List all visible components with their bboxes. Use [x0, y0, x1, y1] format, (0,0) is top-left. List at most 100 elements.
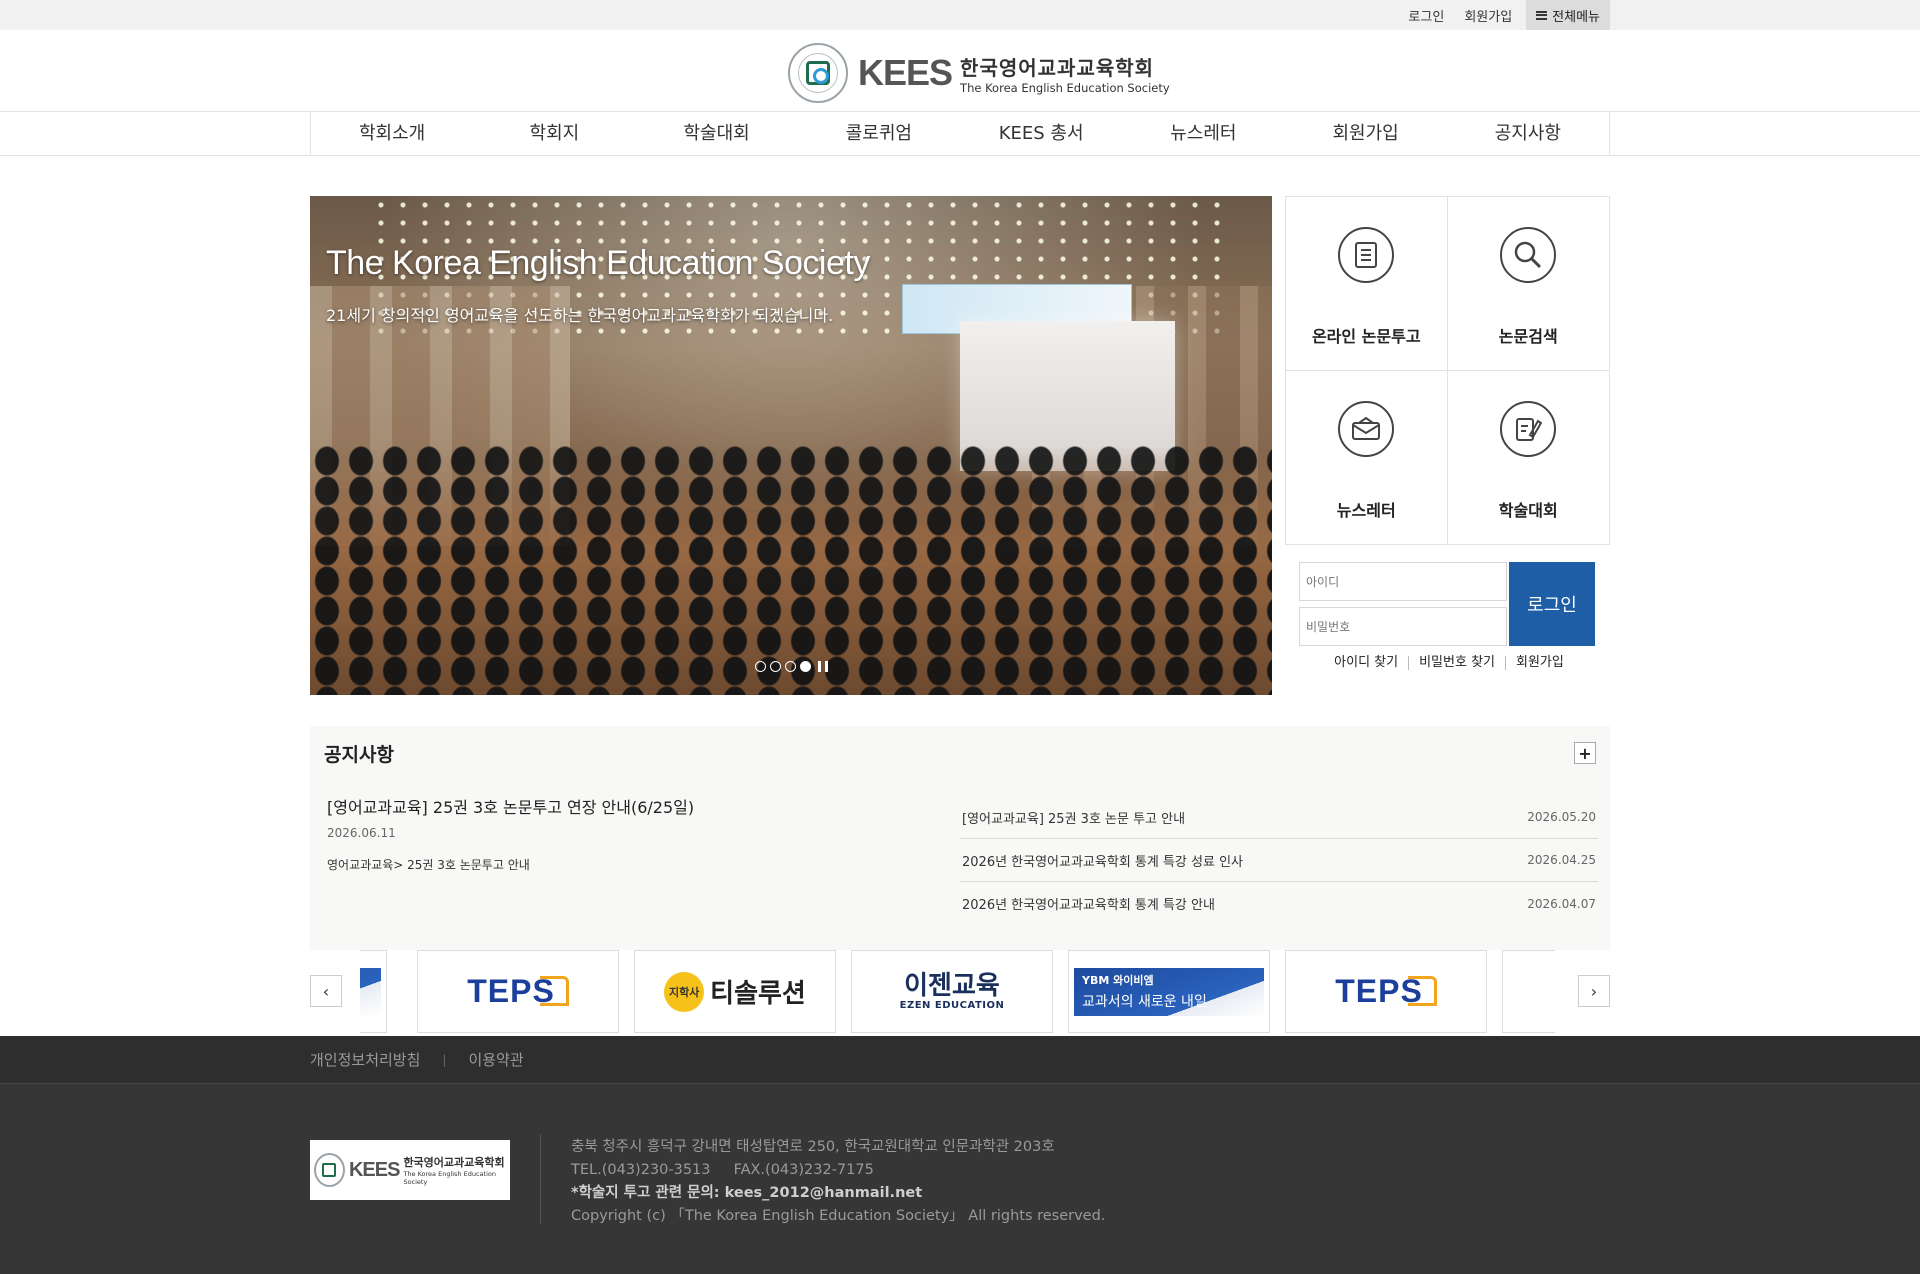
footer-links-bar: 개인정보처리방침 | 이용약관 [0, 1036, 1920, 1083]
login-link[interactable]: 로그인 [1398, 6, 1454, 25]
notice-title: 2026년 한국영어교과교육학회 통계 특강 성료 인사 [962, 854, 1243, 870]
notice-date: 2026.04.25 [1527, 853, 1596, 867]
partner-card-tsolution-partial[interactable] [1502, 950, 1555, 1033]
find-id-link[interactable]: 아이디 찾기 [1324, 656, 1410, 670]
notice-title: 2026년 한국영어교과교육학회 통계 특강 안내 [962, 898, 1215, 913]
quick-link-label: 논문검색 [1498, 327, 1558, 346]
hero-slider: The Korea English Education Society 21세기… [310, 196, 1272, 695]
footer-inquiry: *학술지 투고 관련 문의: kees_2012@hanmail.net [571, 1185, 923, 1201]
footer-logo-name-en: The Korea English Education Society [403, 1170, 496, 1186]
partner-carousel: ‹ TEPS 지학사 티솔루션 이젠교육 EZEN EDUCATION YBM … [310, 950, 1610, 1035]
footer-contact: TEL.(043)230-3513 FAX.(043)232-7175 [571, 1159, 1105, 1182]
pause-icon[interactable] [818, 661, 828, 672]
notice-heading: 공지사항 [324, 744, 394, 766]
footer-fax: FAX.(043)232-7175 [733, 1162, 874, 1178]
logo-brand: KEES [858, 52, 953, 93]
clipboard-pen-icon [1500, 400, 1557, 457]
notice-list-item[interactable]: 2026년 한국영어교과교육학회 통계 특강 안내 2026.04.07 [960, 882, 1598, 925]
footer-info: 충북 청주시 흥덕구 강내면 태성탑연로 250, 한국교원대학교 인문과학관 … [571, 1136, 1105, 1228]
all-menu-button[interactable]: 전체메뉴 [1526, 0, 1610, 30]
ybm-brand: YBM 와이비엠 [1082, 973, 1154, 987]
quick-link-label: 학술대회 [1498, 500, 1558, 520]
slider-pagination [755, 661, 828, 672]
featured-notice-title[interactable]: [영어교과교육] 25권 3호 논문투고 연장 안내(6/25일) [327, 794, 694, 818]
quick-link-search[interactable]: 논문검색 [1447, 197, 1609, 371]
quick-link-label: 온라인 논문투고 [1311, 327, 1421, 346]
footer-logo: KEES 한국영어교과교육학회 The Korea English Educat… [310, 1140, 510, 1200]
hero-subtitle: 21세기 창의적인 영어교육을 선도하는 한국영어교과교육학회가 되겠습니다. [326, 306, 834, 325]
partner-card-ybm-partial[interactable] [360, 950, 387, 1033]
quick-link-submission[interactable]: 온라인 논문투고 [1286, 197, 1448, 371]
envelope-icon [1338, 400, 1395, 457]
notice-list-item[interactable]: 2026년 한국영어교과교육학회 통계 특강 성료 인사 2026.04.25 [960, 839, 1598, 882]
terms-link[interactable]: 이용약관 [468, 1049, 523, 1070]
password-input[interactable] [1299, 607, 1507, 646]
footer-logo-name-ko: 한국영어교과교육학회 [403, 1156, 505, 1169]
hero-title: The Korea English Education Society [326, 244, 870, 282]
chevron-left-icon: ‹ [322, 981, 330, 1001]
quick-link-newsletter[interactable]: 뉴스레터 [1286, 370, 1448, 544]
nav-item-notice[interactable]: 공지사항 [1447, 112, 1609, 155]
all-menu-label: 전체메뉴 [1552, 9, 1600, 25]
notice-more-button[interactable]: + [1574, 742, 1596, 764]
footer-copyright: Copyright (c) 「The Korea English Educati… [571, 1208, 1106, 1224]
nav-item-kees-series[interactable]: KEES 총서 [960, 112, 1122, 155]
notice-list-item[interactable]: [영어교과교육] 25권 3호 논문 투고 안내 2026.05.20 [960, 796, 1598, 839]
nav-item-colloquium[interactable]: 콜로퀴엄 [798, 112, 960, 155]
tsolution-badge: 지학사 [664, 971, 705, 1012]
partner-card-tsolution[interactable]: 지학사 티솔루션 [634, 950, 836, 1033]
user-id-input[interactable] [1299, 562, 1507, 601]
ybm-logo [360, 967, 381, 1016]
footer-tel: TEL.(043)230-3513 [571, 1162, 711, 1178]
teps-logo: TEPS [1335, 973, 1437, 1010]
join-link[interactable]: 회원가입 [1454, 6, 1522, 25]
footer-logo-brand: KEES [348, 1158, 400, 1181]
login-button[interactable]: 로그인 [1509, 562, 1595, 646]
nav-item-conference[interactable]: 학술대회 [636, 112, 798, 155]
hero-photo-audience [310, 446, 1272, 695]
partner-card-teps[interactable]: TEPS [1285, 950, 1487, 1033]
tsolution-logo: 지학사 티솔루션 [664, 971, 806, 1012]
slider-dot[interactable] [770, 661, 781, 672]
nav-item-about[interactable]: 학회소개 [311, 112, 473, 155]
main-nav: 학회소개 학회지 학술대회 콜로퀴엄 KEES 총서 뉴스레터 회원가입 공지사… [0, 111, 1920, 156]
slider-dot[interactable] [755, 661, 766, 672]
nav-item-journal[interactable]: 학회지 [473, 112, 635, 155]
top-utility-bar: 로그인 회원가입 전체메뉴 [0, 0, 1920, 30]
featured-notice-date: 2026.06.11 [327, 826, 396, 840]
partner-card-teps[interactable]: TEPS [417, 950, 619, 1033]
quick-link-conference[interactable]: 학술대회 [1448, 371, 1610, 545]
logo-name-ko: 한국영어교과교육학회 [960, 55, 1155, 80]
logo-name-en: The Korea English Education Society [960, 80, 1170, 95]
ezen-logo: 이젠교육 EZEN EDUCATION [900, 972, 1005, 1011]
footer-address: 충북 청주시 흥덕구 강내면 태성탑연로 250, 한국교원대학교 인문과학관 … [571, 1139, 1055, 1155]
footer-divider [540, 1134, 541, 1224]
quick-link-label: 뉴스레터 [1336, 500, 1396, 520]
partner-card-ybm[interactable]: YBM 와이비엠 교과서의 새로운 내일 [1068, 950, 1270, 1033]
slider-dot-active[interactable] [800, 661, 811, 672]
teps-logo: TEPS [467, 973, 569, 1010]
partner-card-ezen[interactable]: 이젠교육 EZEN EDUCATION [851, 950, 1053, 1033]
ybm-logo: YBM 와이비엠 교과서의 새로운 내일 [1074, 967, 1264, 1016]
ezen-name-en: EZEN EDUCATION [899, 1000, 1005, 1011]
join-link[interactable]: 회원가입 [1506, 656, 1574, 670]
nav-item-membership[interactable]: 회원가입 [1285, 112, 1447, 155]
nav-item-newsletter[interactable]: 뉴스레터 [1122, 112, 1284, 155]
featured-notice-excerpt[interactable]: 영어교과교육> 25권 3호 논문투고 안내 [327, 856, 530, 873]
ybm-slogan: 교과서의 새로운 내일 [1082, 993, 1207, 1010]
privacy-policy-link[interactable]: 개인정보처리방침 [310, 1049, 420, 1070]
carousel-next-button[interactable]: › [1578, 975, 1610, 1007]
society-seal-icon [314, 1153, 345, 1187]
notice-title: [영어교과교육] 25권 3호 논문 투고 안내 [962, 811, 1186, 827]
notice-list: [영어교과교육] 25권 3호 논문 투고 안내 2026.05.20 2026… [960, 796, 1598, 925]
find-password-link[interactable]: 비밀번호 찾기 [1409, 656, 1506, 670]
slider-dot[interactable] [785, 661, 796, 672]
login-helper-links: 아이디 찾기 비밀번호 찾기 회원가입 [1299, 656, 1599, 670]
site-logo[interactable]: KEES 한국영어교과교육학회 The Korea English Educat… [788, 42, 1170, 104]
utility-links: 로그인 회원가입 전체메뉴 [1398, 0, 1610, 30]
search-icon [1500, 227, 1557, 283]
footer-separator: | [442, 1052, 447, 1067]
carousel-prev-button[interactable]: ‹ [310, 975, 342, 1007]
chevron-right-icon: › [1590, 981, 1598, 1001]
society-seal-icon [788, 43, 848, 103]
